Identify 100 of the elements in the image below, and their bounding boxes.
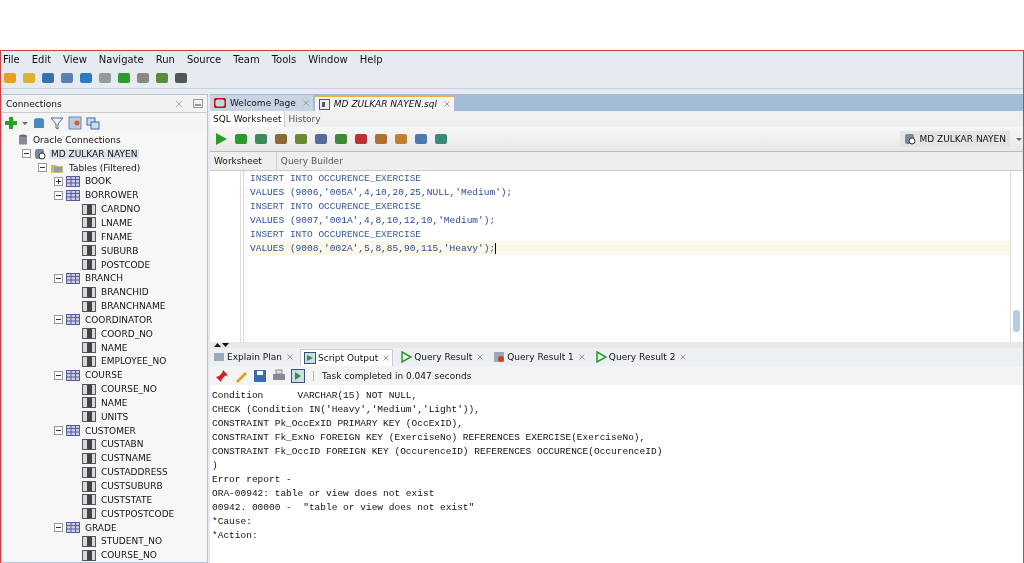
minimize-icon[interactable]	[193, 99, 203, 108]
menu-item[interactable]: Window	[306, 54, 350, 65]
tree-item[interactable]: CUSTNAME	[99, 453, 154, 464]
output-icon[interactable]	[291, 368, 305, 383]
menu-item[interactable]: Edit	[29, 54, 54, 65]
run-icon[interactable]	[214, 132, 228, 146]
connection-dropdown[interactable]: MD ZULKAR NAYEN	[899, 131, 1010, 147]
tree-item[interactable]: UNITS	[99, 411, 131, 422]
toolbar-icon[interactable]	[434, 132, 448, 146]
tree-item[interactable]: COORD_NO	[99, 328, 155, 339]
menu-item[interactable]: Help	[357, 54, 385, 65]
tree-item[interactable]: NAME	[99, 397, 130, 408]
toolbar-icon[interactable]	[155, 71, 169, 85]
tree-item[interactable]: CUSTPOSTCODE	[99, 508, 177, 519]
filter-icon[interactable]	[50, 115, 64, 130]
tree-item[interactable]: BOOK	[83, 176, 114, 187]
close-icon[interactable]	[302, 100, 309, 106]
toolbar-icon[interactable]	[174, 71, 188, 85]
panel-tab[interactable]: History	[285, 111, 324, 127]
scrollbar[interactable]	[1010, 171, 1023, 342]
collapse-icon[interactable]	[54, 370, 63, 380]
expand-icon[interactable]	[54, 176, 63, 186]
toolbar-icon[interactable]	[60, 71, 74, 85]
toolbar-icon[interactable]	[79, 71, 93, 85]
add-icon[interactable]	[4, 115, 18, 130]
close-icon[interactable]	[175, 99, 183, 108]
menu-item[interactable]: Tools	[269, 54, 299, 65]
result-tab[interactable]: Script Output	[299, 348, 394, 366]
collapse-icon[interactable]	[22, 149, 31, 159]
tree-item[interactable]: CUSTSTATE	[99, 494, 155, 505]
collapse-icon[interactable]	[54, 426, 63, 436]
tree-item[interactable]: BORROWER	[83, 190, 141, 201]
tree-item[interactable]: NAME	[99, 342, 130, 353]
toolbar-icon[interactable]	[414, 132, 428, 146]
view-tab[interactable]: Query Builder	[276, 152, 357, 170]
toolbar-icon[interactable]	[41, 71, 55, 85]
tree-item[interactable]: FNAME	[99, 231, 135, 242]
tree-item[interactable]: BRANCHID	[99, 287, 151, 298]
print-icon[interactable]	[272, 368, 286, 383]
tree-item[interactable]: COURSE_NO	[99, 384, 159, 395]
tree-item[interactable]: CARDNO	[99, 204, 143, 215]
toolbar-icon[interactable]	[117, 71, 131, 85]
toolbar-icon[interactable]	[354, 132, 368, 146]
collapse-icon[interactable]	[54, 523, 63, 533]
toolbar-icon[interactable]	[234, 132, 248, 146]
toolbar-icon[interactable]	[254, 132, 268, 146]
toolbar-icon[interactable]	[374, 132, 388, 146]
tree-item[interactable]: CUSTSUBURB	[99, 481, 165, 491]
tree-item[interactable]: Oracle Connections	[31, 134, 123, 145]
editor-tab[interactable]: MD ZULKAR NAYEN.sql	[314, 95, 454, 111]
tree-item[interactable]: EMPLOYEE_NO	[99, 356, 169, 367]
save-icon[interactable]	[253, 368, 267, 383]
view-tab[interactable]: Worksheet	[210, 152, 277, 170]
toolbar-icon[interactable]	[334, 132, 348, 146]
result-tab[interactable]: Query Result	[397, 349, 487, 365]
result-tab[interactable]: Explain Plan	[210, 349, 296, 365]
toolbar-icon[interactable]	[314, 132, 328, 146]
tree-item[interactable]: GRADE	[83, 522, 119, 533]
tree-item[interactable]: BRANCHNAME	[99, 301, 168, 312]
tree-item[interactable]: Tables (Filtered)	[67, 162, 143, 173]
tree-item[interactable]: CUSTOMER	[83, 425, 138, 436]
close-icon[interactable]	[680, 354, 687, 360]
menu-item[interactable]: File	[1, 54, 22, 65]
menu-item[interactable]: Navigate	[96, 54, 146, 65]
panel-tab[interactable]: SQL Worksheet	[210, 111, 286, 127]
tree-item[interactable]: STUDENT_NO	[99, 536, 164, 547]
collapse-icon[interactable]	[54, 315, 63, 325]
close-icon[interactable]	[286, 354, 293, 360]
menu-item[interactable]: Run	[153, 54, 177, 65]
tree-item[interactable]: COURSE	[83, 370, 125, 381]
collapse-icon[interactable]	[54, 273, 63, 283]
database-icon[interactable]	[32, 115, 46, 130]
close-icon[interactable]	[383, 354, 390, 361]
close-icon[interactable]	[443, 101, 450, 107]
collapse-icon[interactable]	[54, 190, 63, 200]
editor-tab[interactable]: Welcome Page	[210, 95, 313, 111]
result-tab[interactable]: Query Result 1	[490, 349, 588, 365]
menu-item[interactable]: View	[61, 54, 89, 65]
windows-icon[interactable]	[86, 115, 100, 130]
tree-item[interactable]: MD ZULKAR NAYEN	[49, 148, 140, 159]
tree-item[interactable]: LNAME	[99, 218, 135, 228]
close-icon[interactable]	[477, 354, 484, 360]
toolbar-icon[interactable]	[136, 71, 150, 85]
tree-item[interactable]: SUBURB	[99, 245, 141, 256]
tree-item[interactable]: COURSE_NO	[99, 550, 159, 561]
splitter-arrows-icon[interactable]	[214, 342, 230, 348]
tree-item[interactable]: COORDINATOR	[83, 314, 155, 325]
tree-item[interactable]: BRANCH	[83, 273, 125, 284]
menu-item[interactable]: Team	[231, 54, 262, 65]
tree-item[interactable]: CUSTADDRESS	[99, 467, 170, 478]
tree-item[interactable]: CUSTABN	[99, 439, 146, 450]
pin-icon[interactable]	[215, 368, 229, 383]
toolbar-icon[interactable]	[394, 132, 408, 146]
close-icon[interactable]	[578, 354, 585, 360]
collapse-icon[interactable]	[38, 163, 47, 173]
result-tab[interactable]: Query Result 2	[591, 349, 690, 365]
toolbar-icon[interactable]	[274, 132, 288, 146]
schema-icon[interactable]	[68, 115, 82, 130]
menu-item[interactable]: Source	[184, 54, 224, 65]
toolbar-icon[interactable]	[294, 132, 308, 146]
